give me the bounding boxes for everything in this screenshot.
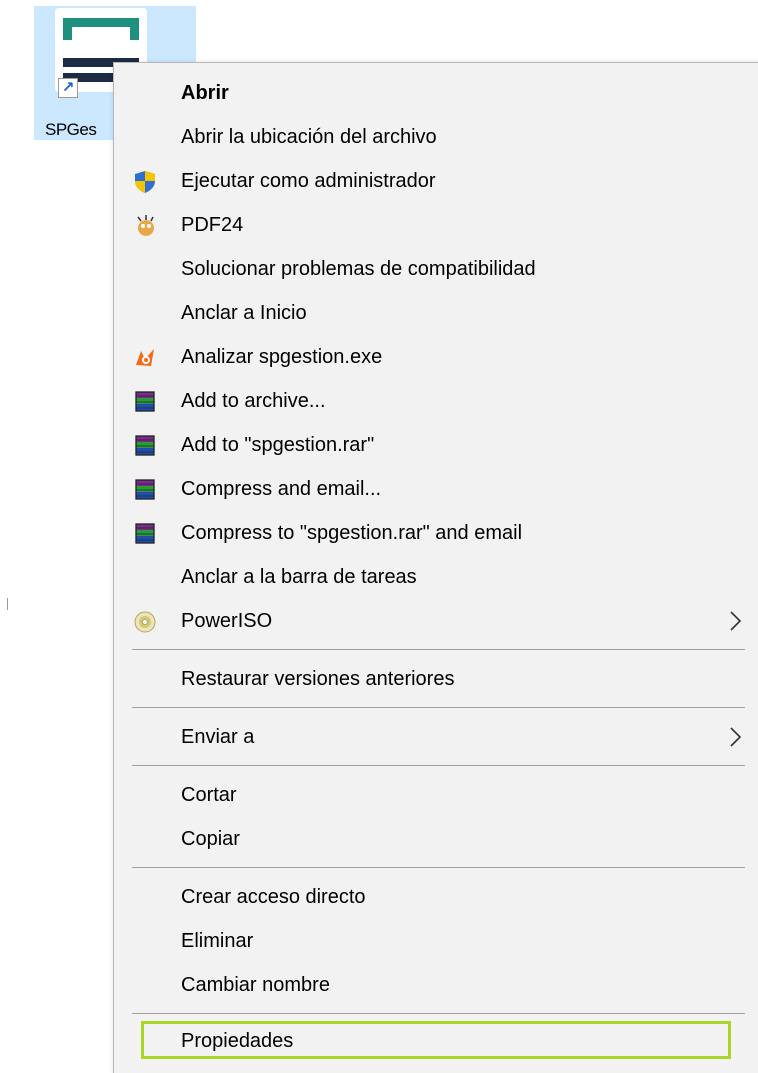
divider: [7, 598, 8, 610]
menu-item-label: Enviar a: [181, 725, 255, 748]
menu-item-label: Cortar: [181, 783, 237, 806]
chevron-right-icon: [730, 611, 742, 631]
menu-item-label: PowerISO: [181, 609, 273, 632]
menu-item-label: Anclar a la barra de tareas: [181, 565, 417, 588]
menu-separator: [132, 765, 745, 766]
menu-item-label: Abrir: [181, 81, 229, 104]
menu-item-abrir[interactable]: Abrir: [114, 73, 758, 113]
shortcut-arrow-icon: ↗: [58, 78, 78, 98]
menu-item-label: Abrir la ubicación del archivo: [181, 125, 437, 148]
menu-item-cambiar-nombre[interactable]: Cambiar nombre: [114, 965, 758, 1005]
menu-item-anclar-barra[interactable]: Anclar a la barra de tareas: [114, 557, 758, 597]
menu-item-add-rar[interactable]: Add to "spgestion.rar": [114, 425, 758, 465]
menu-item-label: Compress to "spgestion.rar" and email: [181, 521, 523, 544]
menu-item-label: PDF24: [181, 213, 244, 236]
menu-item-anclar-inicio[interactable]: Anclar a Inicio: [114, 293, 758, 333]
menu-item-label: Cambiar nombre: [181, 973, 330, 996]
menu-item-label: Ejecutar como administrador: [181, 169, 436, 192]
menu-item-label: Add to "spgestion.rar": [181, 433, 375, 456]
menu-item-abrir-ubicacion[interactable]: Abrir la ubicación del archivo: [114, 117, 758, 157]
menu-item-label: Analizar spgestion.exe: [181, 345, 383, 368]
menu-item-restaurar[interactable]: Restaurar versiones anteriores: [114, 659, 758, 699]
menu-item-analizar[interactable]: Analizar spgestion.exe: [114, 337, 758, 377]
winrar-icon: [135, 523, 155, 544]
menu-item-label: Copiar: [181, 827, 240, 850]
menu-item-label: Restaurar versiones anteriores: [181, 667, 455, 690]
poweriso-icon: [134, 611, 156, 633]
menu-item-cortar[interactable]: Cortar: [114, 775, 758, 815]
menu-item-enviar-a[interactable]: Enviar a: [114, 717, 758, 757]
menu-item-compress-email[interactable]: Compress and email...: [114, 469, 758, 509]
menu-item-eliminar[interactable]: Eliminar: [114, 921, 758, 961]
menu-separator: [132, 867, 745, 868]
pdf24-icon: [137, 215, 154, 236]
menu-item-pdf24[interactable]: PDF24: [114, 205, 758, 245]
menu-item-poweriso[interactable]: PowerISO: [114, 601, 758, 641]
menu-item-compatibilidad[interactable]: Solucionar problemas de compatibilidad: [114, 249, 758, 289]
menu-separator: [132, 707, 745, 708]
context-menu: Abrir Abrir la ubicación del archivo Eje…: [113, 62, 758, 1073]
menu-item-ejecutar-admin[interactable]: Ejecutar como administrador: [114, 161, 758, 201]
menu-item-label: Compress and email...: [181, 477, 382, 500]
menu-separator: [132, 649, 745, 650]
menu-item-label: Anclar a Inicio: [181, 301, 307, 324]
winrar-icon: [135, 391, 155, 412]
menu-item-copiar[interactable]: Copiar: [114, 819, 758, 859]
winrar-icon: [135, 479, 155, 500]
winrar-icon: [135, 435, 155, 456]
desktop-icon-label: SPGes: [45, 120, 97, 139]
menu-item-label: Add to archive...: [181, 389, 326, 412]
menu-separator: [132, 1013, 745, 1014]
avast-icon: [136, 349, 154, 366]
menu-item-label: Eliminar: [181, 929, 254, 952]
menu-item-crear-acceso[interactable]: Crear acceso directo: [114, 877, 758, 917]
menu-item-label: Crear acceso directo: [181, 885, 366, 908]
uac-shield-icon: [135, 171, 155, 193]
highlight-box: [141, 1021, 731, 1059]
menu-item-compress-rar-email[interactable]: Compress to "spgestion.rar" and email: [114, 513, 758, 553]
menu-item-add-archive[interactable]: Add to archive...: [114, 381, 758, 421]
menu-item-label: Solucionar problemas de compatibilidad: [181, 257, 536, 280]
chevron-right-icon: [730, 727, 742, 747]
